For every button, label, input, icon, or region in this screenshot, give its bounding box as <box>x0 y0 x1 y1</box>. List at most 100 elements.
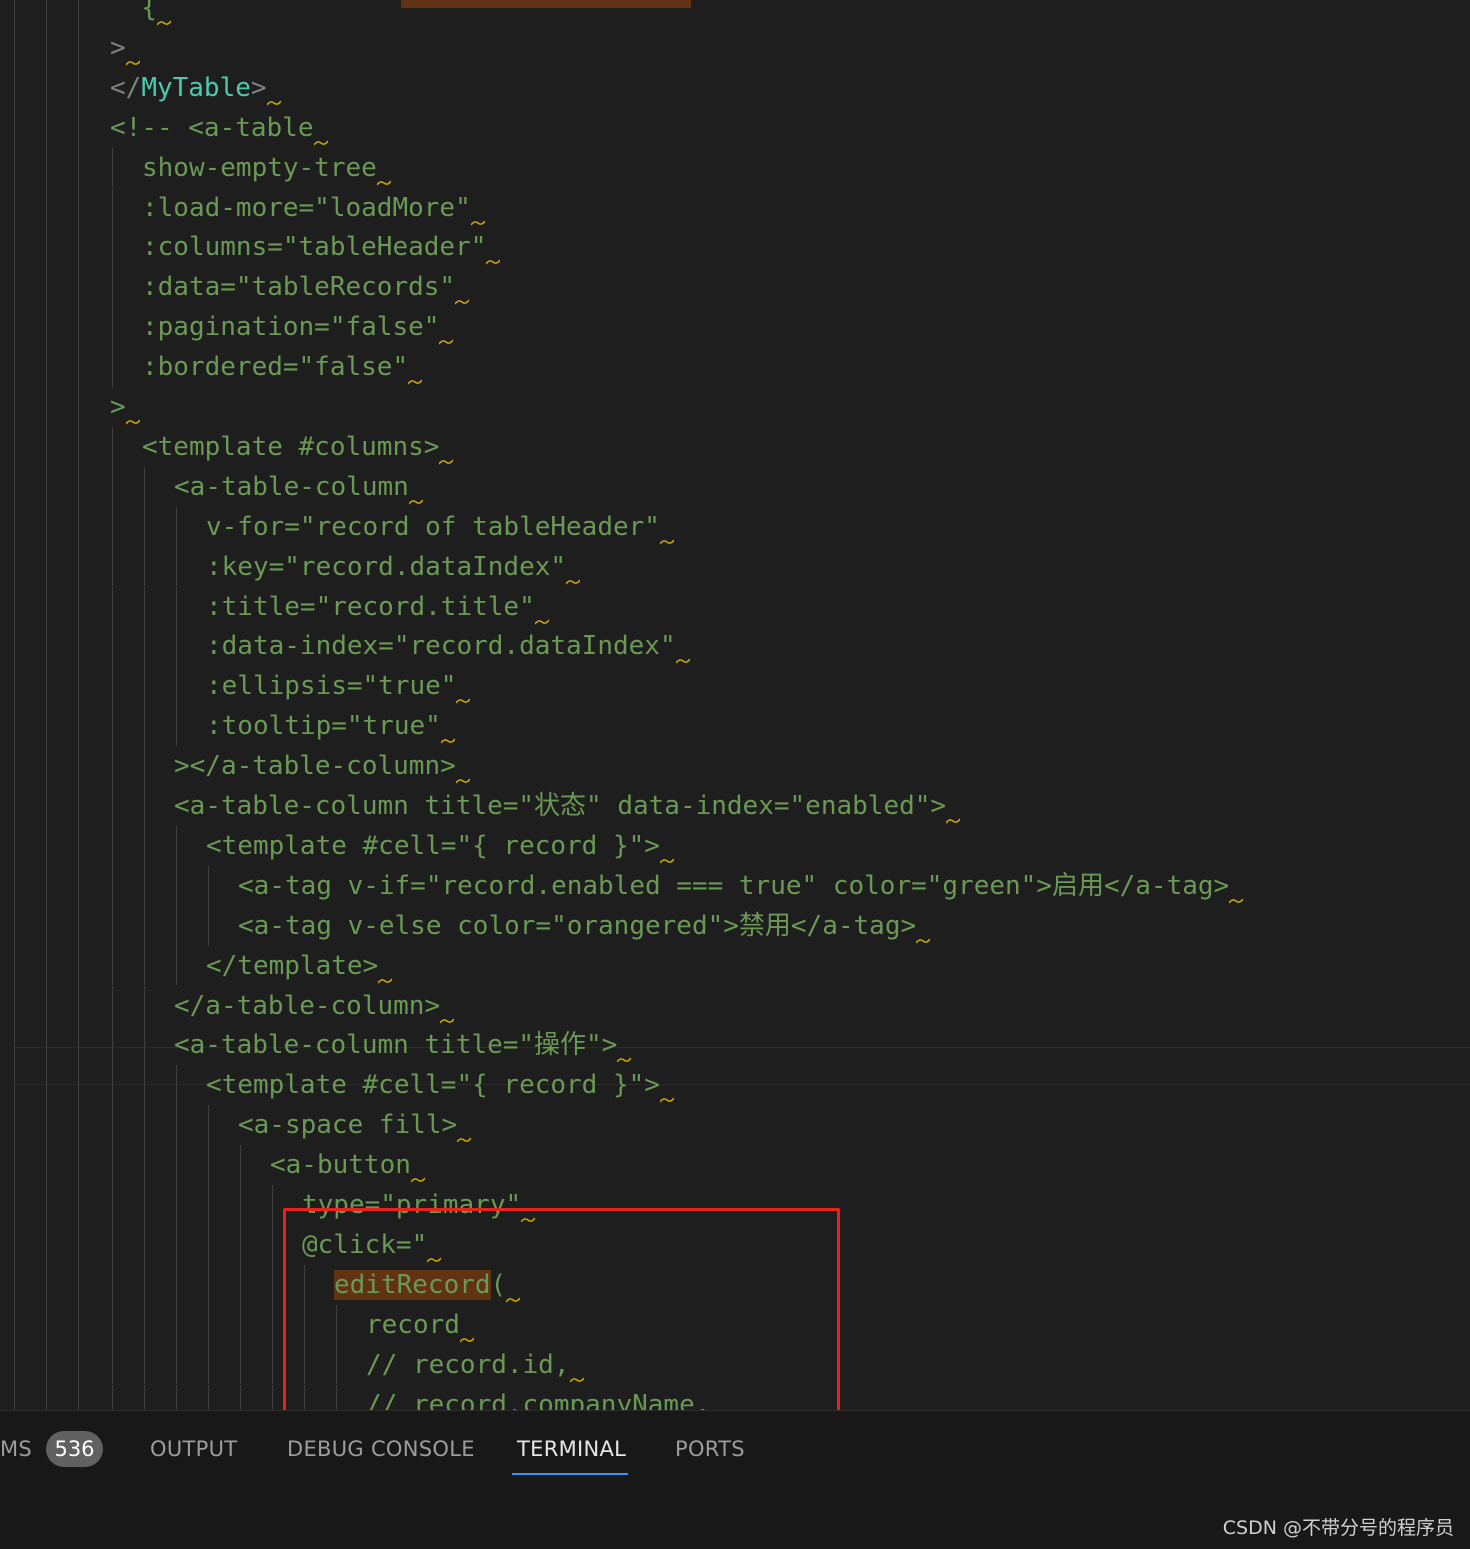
indent-guide <box>176 586 177 627</box>
indent-guide <box>176 506 177 547</box>
tab-debug-console[interactable]: DEBUG CONSOLE <box>287 1431 475 1467</box>
indent-guide <box>144 746 145 786</box>
indent-guide <box>112 1344 113 1385</box>
warning-squiggle-icon <box>313 140 328 146</box>
indent-guide <box>144 825 145 866</box>
code-line: { <box>110 0 157 23</box>
indent-guide <box>112 945 113 986</box>
indent-guide <box>112 825 113 866</box>
indent-guide <box>144 466 145 507</box>
indent-guide <box>240 1344 241 1385</box>
indent-guide <box>208 1344 209 1385</box>
code-line: </MyTable> <box>110 72 267 103</box>
code-line: v-for="record of tableHeader" <box>206 511 660 542</box>
code-line: <a-space fill> <box>238 1110 458 1141</box>
indent-guide <box>144 786 145 826</box>
code-line: </template> <box>206 950 379 981</box>
indent-guide <box>240 1384 241 1410</box>
warning-squiggle-icon <box>566 579 581 585</box>
indent-guide <box>240 1185 241 1225</box>
indent-guide <box>112 626 113 667</box>
indent-guide <box>176 1105 177 1146</box>
indent-guide <box>112 666 113 707</box>
indent-guide <box>144 1224 145 1265</box>
indent-guide <box>112 985 113 1026</box>
indent-guide <box>14 0 15 1410</box>
indent-guide <box>144 706 145 747</box>
warning-squiggle-icon <box>266 100 281 106</box>
code-line: :columns="tableHeader" <box>142 232 487 263</box>
indent-guide <box>208 1384 209 1410</box>
indent-guide <box>176 1065 177 1106</box>
warning-squiggle-icon <box>617 1057 632 1063</box>
code-line: <a-button <box>270 1150 411 1181</box>
indent-guide <box>112 865 113 906</box>
indent-guide <box>112 466 113 507</box>
indent-guide <box>208 1185 209 1225</box>
indent-guide <box>176 1185 177 1225</box>
warning-squiggle-icon <box>659 858 674 864</box>
warning-squiggle-icon <box>376 180 391 186</box>
tab-problems[interactable]: MS <box>0 1431 32 1467</box>
indent-guide <box>144 865 145 906</box>
indent-guide <box>176 1264 177 1305</box>
code-line: :data-index="record.dataIndex" <box>206 631 676 662</box>
code-line: > <box>110 32 126 63</box>
indent-guide <box>144 1145 145 1185</box>
code-line: :key="record.dataIndex" <box>206 551 567 582</box>
indent-guide <box>240 1224 241 1265</box>
indent-guide <box>176 1344 177 1385</box>
indent-guide <box>272 1185 273 1225</box>
indent-guide <box>272 1224 273 1265</box>
tab-output[interactable]: OUTPUT <box>150 1431 237 1467</box>
indent-guide <box>176 706 177 747</box>
code-line: <a-table-column title="状态" data-index="e… <box>174 791 947 821</box>
indent-guide <box>112 905 113 946</box>
indent-guide <box>144 506 145 547</box>
indent-guide <box>176 1145 177 1185</box>
indent-guide <box>176 546 177 587</box>
warning-squiggle-icon <box>439 339 454 345</box>
indent-guide <box>208 1264 209 1305</box>
warning-squiggle-icon <box>659 539 674 545</box>
indent-guide <box>144 905 145 946</box>
indent-guide <box>240 1304 241 1345</box>
code-line: <!-- <a-table <box>110 112 314 143</box>
code-line: show-empty-tree <box>142 152 377 183</box>
active-tab-indicator <box>512 1473 628 1475</box>
indent-guide <box>176 1224 177 1265</box>
code-line: > <box>110 392 126 422</box>
warning-squiggle-icon <box>408 379 423 385</box>
warning-squiggle-icon <box>378 978 393 984</box>
warning-squiggle-icon <box>456 698 471 704</box>
tab-terminal[interactable]: TERMINAL <box>517 1431 626 1467</box>
indent-guide <box>112 347 113 387</box>
indent-guide <box>176 666 177 707</box>
indent-guide <box>112 586 113 627</box>
watermark: CSDN @不带分号的程序员 <box>1222 1517 1454 1539</box>
indent-guide <box>144 1384 145 1410</box>
code-line: <a-tag v-if="record.enabled === true" co… <box>238 870 1230 901</box>
warning-squiggle-icon <box>440 1018 455 1023</box>
indent-guide <box>176 905 177 946</box>
code-line: <template #cell="{ record }"> <box>206 1070 660 1101</box>
indent-guide <box>272 1304 273 1345</box>
code-line: <template #columns> <box>142 431 440 462</box>
tab-ports[interactable]: PORTS <box>675 1431 745 1467</box>
indent-guide <box>144 586 145 627</box>
indent-guide <box>112 1065 113 1106</box>
code-editor[interactable]: { > </MyTable> <!-- <a-table show-empty-tree… <box>0 0 1470 1410</box>
indent-guide <box>46 0 47 1410</box>
indent-guide <box>272 1384 273 1410</box>
indent-guide <box>240 1264 241 1305</box>
indent-guide <box>144 626 145 667</box>
indent-guide <box>144 666 145 707</box>
indent-guide <box>112 1025 113 1066</box>
indent-guide <box>112 506 113 547</box>
code-line: :ellipsis="true" <box>206 671 457 702</box>
indent-guide <box>144 1025 145 1066</box>
code-line: <template #cell="{ record }"> <box>206 830 660 861</box>
code-line: ></a-table-column> <box>174 751 456 782</box>
indent-guide <box>112 267 113 308</box>
indent-guide <box>176 825 177 866</box>
